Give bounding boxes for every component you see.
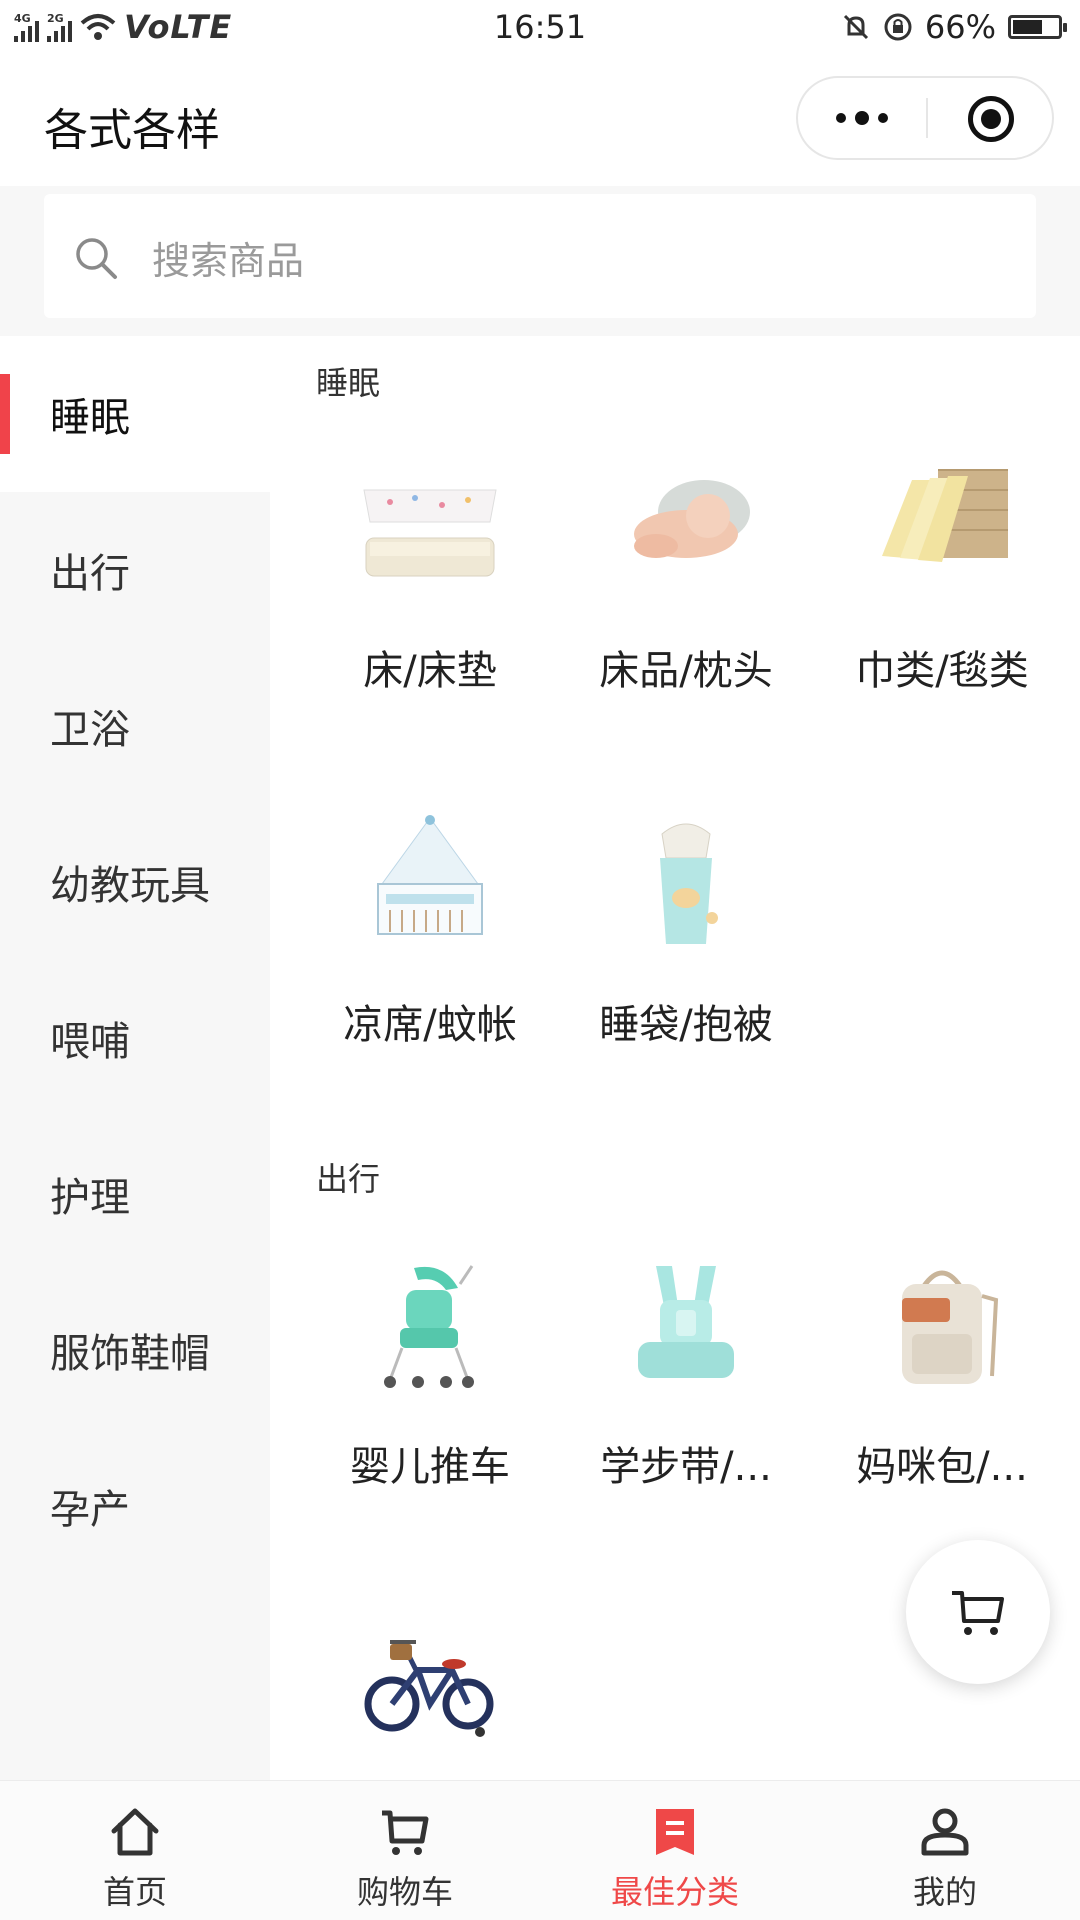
diaper-bag-image xyxy=(902,1270,999,1384)
section-title-travel: 出行 xyxy=(316,1160,381,1198)
baby-pillow-image xyxy=(634,480,750,558)
close-miniprogram-button[interactable] xyxy=(968,96,1014,142)
category-icon xyxy=(656,1809,694,1855)
tab-label: 最佳分类 xyxy=(610,1873,739,1911)
sidebar-item-feeding[interactable]: 喂哺 xyxy=(0,960,270,1116)
swaddle-image xyxy=(660,823,718,944)
category-label: 凉席/蚊帐 xyxy=(343,1002,517,1048)
rotation-lock-icon xyxy=(884,13,912,41)
tab-category[interactable]: 最佳分类 xyxy=(540,1781,810,1920)
crib-mosquito-net-image xyxy=(377,815,483,935)
mattress-image xyxy=(363,489,497,577)
title-bar: 各式各样 xyxy=(0,56,1080,186)
battery-percent: 66% xyxy=(924,8,996,46)
more-button[interactable] xyxy=(798,78,926,158)
miniprogram-capsule xyxy=(796,76,1054,160)
tab-profile[interactable]: 我的 xyxy=(810,1781,1080,1920)
capsule-divider xyxy=(926,98,928,138)
carrier-image xyxy=(638,1266,734,1378)
category-label: 婴儿推车 xyxy=(350,1444,510,1490)
category-label: 学步带/... xyxy=(600,1444,772,1490)
tab-cart[interactable]: 购物车 xyxy=(270,1781,540,1920)
battery-icon xyxy=(1008,15,1067,39)
search-area: 搜索商品 xyxy=(0,186,1080,336)
kids-bike-image xyxy=(364,1640,494,1737)
cart-icon xyxy=(952,1591,1004,1635)
page-title: 各式各样 xyxy=(44,105,220,156)
status-right: 66% xyxy=(841,8,1067,46)
home-icon xyxy=(111,1808,159,1856)
cart-icon xyxy=(382,1810,429,1855)
sidebar-item-care[interactable]: 护理 xyxy=(0,1116,270,1272)
status-bar: 4G 2G VoLTE 16:51 66% xyxy=(0,0,1080,56)
category-sidebar: 睡眠 出行 卫浴 幼教玩具 喂哺 护理 服饰鞋帽 孕产 xyxy=(0,336,270,1780)
sidebar-item-sleep[interactable]: 睡眠 xyxy=(0,336,270,492)
search-placeholder: 搜索商品 xyxy=(152,239,305,283)
sidebar-item-maternity[interactable]: 孕产 xyxy=(0,1428,270,1584)
category-label: 床/床垫 xyxy=(363,648,497,694)
tab-label: 我的 xyxy=(912,1873,977,1911)
profile-icon xyxy=(921,1808,969,1856)
category-label: 巾类/毯类 xyxy=(855,648,1029,694)
floating-cart-button[interactable] xyxy=(906,1540,1050,1684)
category-label: 睡袋/抱被 xyxy=(599,1002,773,1048)
stroller-image xyxy=(384,1265,474,1388)
tab-label: 购物车 xyxy=(356,1873,453,1911)
sidebar-item-travel[interactable]: 出行 xyxy=(0,492,270,648)
sidebar-item-bath[interactable]: 卫浴 xyxy=(0,648,270,804)
sidebar-item-toys[interactable]: 幼教玩具 xyxy=(0,804,270,960)
sidebar-item-clothing[interactable]: 服饰鞋帽 xyxy=(0,1272,270,1428)
more-dots-icon xyxy=(836,113,846,123)
tab-label: 首页 xyxy=(102,1873,167,1911)
category-label: 妈咪包/... xyxy=(856,1444,1028,1490)
search-input[interactable]: 搜索商品 xyxy=(44,194,1036,318)
search-icon xyxy=(76,238,117,279)
section-title-sleep: 睡眠 xyxy=(316,364,381,402)
category-label: 床品/枕头 xyxy=(599,648,773,694)
towel-image xyxy=(882,469,1008,562)
mute-bell-icon xyxy=(843,14,868,40)
tab-bar: 首页 购物车 最佳分类 我的 xyxy=(0,1780,1080,1920)
tab-home[interactable]: 首页 xyxy=(0,1781,270,1920)
